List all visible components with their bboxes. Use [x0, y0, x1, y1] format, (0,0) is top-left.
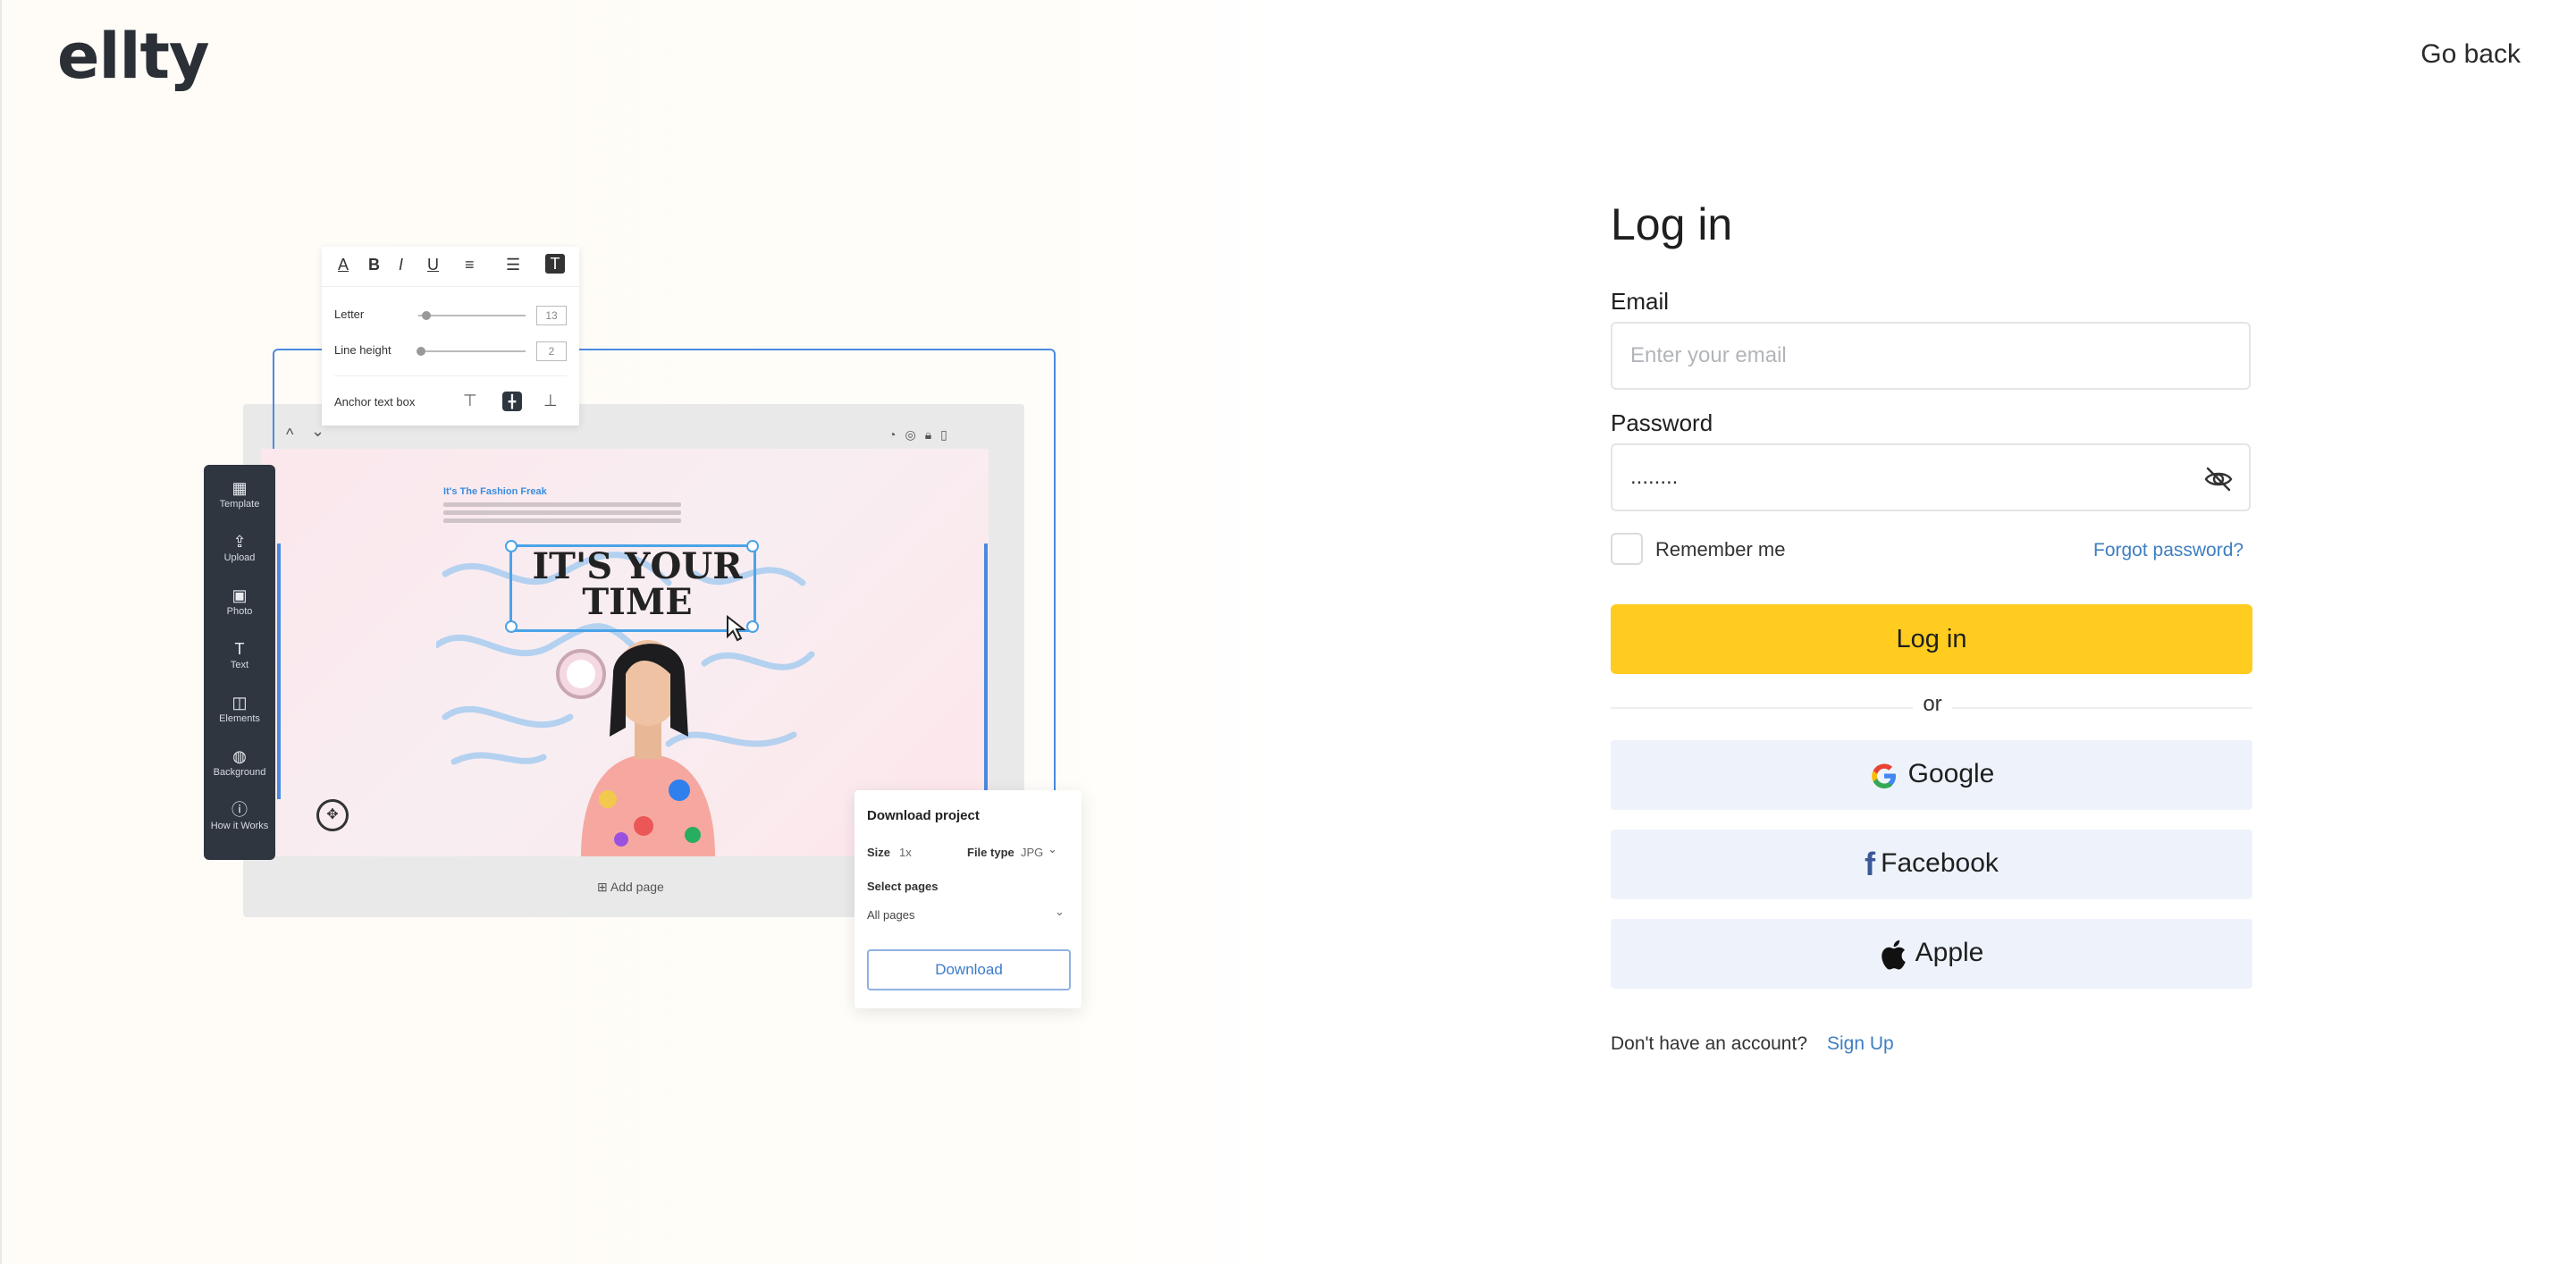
- duplicate-icon: ◎: [905, 427, 925, 442]
- remember-me-label[interactable]: Remember me: [1655, 538, 1785, 561]
- background-icon: ◍: [232, 747, 247, 765]
- sidebar-item-text[interactable]: T Text: [204, 640, 275, 670]
- canvas-action-icons: ◔◎🔒︎▯: [888, 427, 956, 442]
- login-button[interactable]: Log in: [1611, 604, 2252, 674]
- password-label: Password: [1611, 409, 1713, 436]
- add-page-button[interactable]: ⊞ Add page: [597, 880, 664, 895]
- apple-icon: [1881, 940, 1906, 970]
- google-login-button[interactable]: Google: [1611, 740, 2252, 810]
- trash-icon: ▯: [940, 427, 956, 442]
- selection-edge-right: [984, 544, 988, 794]
- page-title: Log in: [1611, 199, 1733, 249]
- facebook-icon: f: [1865, 846, 1876, 882]
- underline-button[interactable]: U: [427, 256, 439, 274]
- apple-login-button[interactable]: Apple: [1611, 919, 2252, 989]
- sidebar-item-photo[interactable]: ▣ Photo: [204, 586, 275, 617]
- letter-spacing-knob[interactable]: [422, 311, 431, 320]
- email-label: Email: [1611, 288, 1670, 315]
- chevron-down-icon[interactable]: ⌄: [1048, 842, 1057, 856]
- no-account-text: Don't have an account?: [1611, 1033, 1807, 1054]
- resize-handle: [505, 540, 518, 552]
- resize-handle: [505, 620, 518, 633]
- list-button[interactable]: ☰: [506, 256, 520, 274]
- download-button[interactable]: Download: [867, 949, 1071, 990]
- lock-icon: 🔒︎: [924, 427, 941, 442]
- email-field[interactable]: [1612, 324, 2220, 388]
- eye-off-icon[interactable]: [2202, 463, 2235, 495]
- remember-me-checkbox[interactable]: [1611, 533, 1643, 565]
- italic-button[interactable]: I: [399, 256, 403, 274]
- google-icon: [1871, 763, 1896, 788]
- letter-spacing-value[interactable]: 13: [536, 306, 567, 325]
- file-type-value[interactable]: JPG: [1021, 846, 1043, 859]
- size-label: Size: [867, 846, 891, 859]
- anchor-label: Anchor text box: [334, 395, 416, 409]
- canvas-body-text: [443, 502, 681, 527]
- chevron-up-icon: ^: [286, 426, 294, 443]
- font-color-button[interactable]: A: [338, 256, 349, 274]
- pages-select[interactable]: All pages: [867, 908, 914, 922]
- chevron-down-icon[interactable]: ⌄: [1055, 905, 1065, 919]
- sidebar-item-upload[interactable]: ⇪ Upload: [204, 533, 275, 563]
- photo-icon: ▣: [232, 586, 248, 604]
- editor-sidebar: ▦ Template ⇪ Upload ▣ Photo T Text ◫ Elements…: [204, 465, 275, 860]
- move-icon[interactable]: ✥: [316, 799, 349, 831]
- or-label: or: [1913, 692, 1952, 717]
- password-field-container: [1611, 443, 2251, 511]
- panel-divider: [334, 375, 567, 376]
- line-height-slider[interactable]: [418, 350, 526, 352]
- line-height-knob[interactable]: [417, 347, 425, 356]
- forgot-password-link[interactable]: Forgot password?: [2093, 540, 2243, 561]
- download-panel: Download project Size 1x File type JPG ⌄…: [854, 790, 1082, 1008]
- letter-spacing-label: Letter: [334, 308, 365, 321]
- upload-icon: ⇪: [232, 533, 247, 551]
- bold-button[interactable]: B: [368, 256, 380, 274]
- email-field-container: [1611, 322, 2251, 390]
- editor-illustration: ^ ⌄ ◔◎🔒︎▯ It's The Fashion Freak IT'S YO…: [0, 0, 1287, 1264]
- template-icon: ▦: [232, 479, 248, 497]
- info-icon: ⓘ: [232, 801, 248, 819]
- sign-up-link[interactable]: Sign Up: [1827, 1033, 1894, 1055]
- letter-spacing-slider[interactable]: [418, 315, 526, 316]
- line-height-label: Line height: [334, 343, 391, 357]
- facebook-login-button[interactable]: f Facebook: [1611, 830, 2252, 899]
- sidebar-item-template[interactable]: ▦ Template: [204, 479, 275, 510]
- canvas-small-title: It's The Fashion Freak: [443, 486, 547, 497]
- line-height-value[interactable]: 2: [536, 341, 567, 361]
- sidebar-item-background[interactable]: ◍ Background: [204, 747, 275, 778]
- format-toolbar: A B I U ≡ ☰ T: [322, 247, 579, 287]
- model-photo: [556, 640, 715, 856]
- size-value[interactable]: 1x: [899, 846, 912, 859]
- go-back-link[interactable]: Go back: [2420, 39, 2521, 70]
- file-type-label: File type: [967, 846, 1014, 859]
- copy-icon: ◔: [888, 427, 905, 442]
- text-style-button[interactable]: T: [545, 254, 565, 274]
- select-pages-label: Select pages: [867, 880, 939, 893]
- password-field[interactable]: [1612, 445, 2220, 510]
- text-settings-panel: A B I U ≡ ☰ T Letter 13 Line height 2 An…: [322, 247, 579, 426]
- download-panel-title: Download project: [867, 808, 980, 823]
- anchor-bottom-icon[interactable]: ⊥: [543, 392, 558, 410]
- sidebar-item-elements[interactable]: ◫ Elements: [204, 694, 275, 724]
- anchor-middle-icon[interactable]: ╋: [502, 392, 522, 411]
- selection-edge-left: [277, 544, 281, 799]
- anchor-top-icon[interactable]: ⊤: [463, 392, 477, 410]
- canvas-headline: IT'S YOUR TIME: [532, 545, 743, 623]
- text-icon: T: [234, 640, 245, 658]
- sidebar-item-how-it-works[interactable]: ⓘ How it Works: [204, 801, 275, 831]
- plus-square-icon: ⊞: [597, 880, 610, 894]
- align-button[interactable]: ≡: [465, 256, 475, 274]
- elements-icon: ◫: [232, 694, 248, 712]
